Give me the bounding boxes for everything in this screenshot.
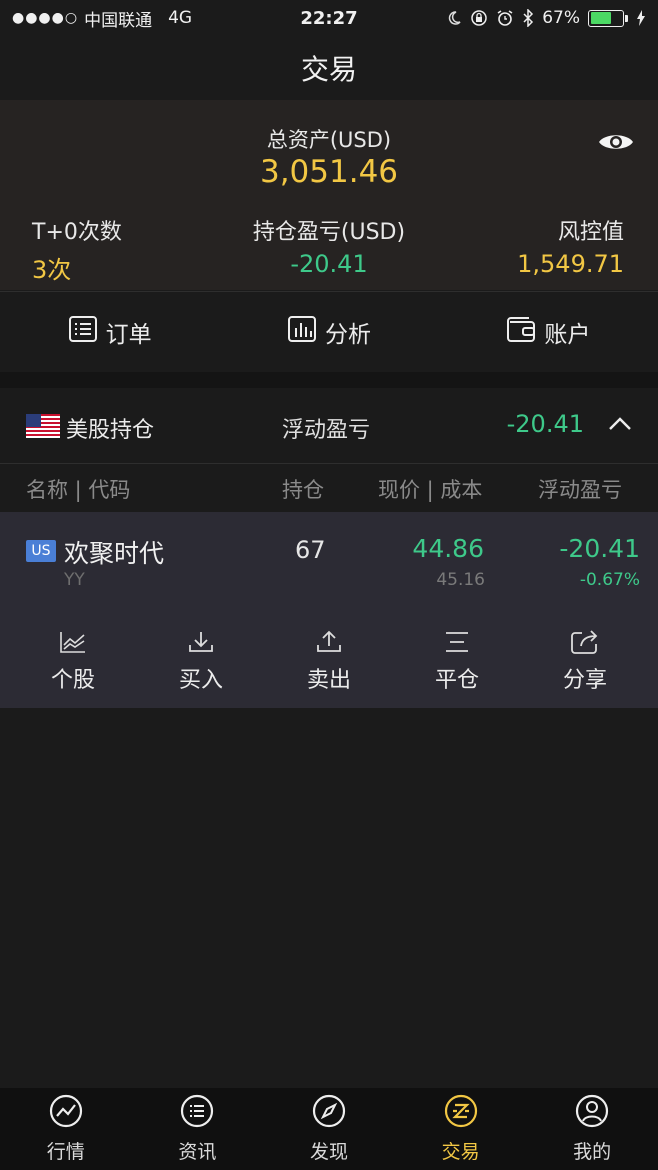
status-bar: ●●●●○ 中国联通 4G 22:27 67%	[0, 0, 658, 36]
tab-trade[interactable]: 交易	[395, 1088, 527, 1170]
floating-pl-value: -20.41	[506, 410, 584, 438]
status-left: ●●●●○ 中国联通 4G	[12, 6, 192, 31]
current-price: 44.86	[412, 534, 484, 563]
carrier-label: 中国联通	[84, 10, 153, 31]
tab-news[interactable]: 资讯	[132, 1088, 264, 1170]
stock-detail-label: 个股	[50, 668, 95, 693]
sell-button[interactable]: 卖出	[269, 626, 389, 694]
signal-strength-icon: ●●●●○	[12, 10, 79, 26]
account-summary: 总资产(USD) 3,051.46 T+0次数 3次 持仓盈亏(USD) -20…	[0, 100, 658, 290]
battery-percent: 67%	[542, 8, 580, 28]
total-assets-label: 总资产(USD)	[266, 128, 392, 152]
tab-discover-label: 发现	[309, 1141, 348, 1163]
total-assets-value: 3,051.46	[259, 154, 399, 190]
close-position-label: 平仓	[434, 668, 479, 693]
tab-market[interactable]: 行情	[0, 1088, 132, 1170]
position-quantity: 67	[295, 536, 326, 564]
market-badge: US	[26, 540, 56, 562]
compass-icon	[312, 1094, 346, 1133]
risk-value-number: 1,549.71	[517, 250, 624, 278]
stock-code: YY	[64, 570, 85, 590]
tab-market-label: 行情	[46, 1141, 85, 1163]
tab-news-label: 资讯	[178, 1141, 217, 1163]
us-flag-icon	[26, 414, 60, 438]
buy-label: 买入	[178, 668, 223, 693]
risk-label: 风控值	[557, 220, 624, 245]
share-icon	[525, 626, 645, 658]
orders-button[interactable]: 订单	[0, 315, 219, 349]
alarm-icon	[496, 9, 514, 27]
risk-value: 风控值 1,549.71	[517, 214, 624, 278]
floating-pl-label: 浮动盈亏	[282, 418, 371, 443]
account-button[interactable]: 账户	[439, 315, 658, 349]
eye-icon[interactable]	[598, 130, 634, 158]
floating-pl-percent: -0.67%	[579, 570, 640, 590]
close-position-button[interactable]: 平仓	[397, 626, 517, 694]
market-icon	[49, 1094, 83, 1133]
cost-price: 45.16	[436, 570, 485, 590]
stock-name: 欢聚时代	[64, 539, 165, 568]
stock-detail-button[interactable]: 个股	[13, 626, 133, 694]
sell-label: 卖出	[306, 668, 351, 693]
tab-profile[interactable]: 我的	[526, 1088, 658, 1170]
page-title: 交易	[300, 53, 357, 86]
floating-pl: -20.41	[559, 534, 640, 563]
network-label: 4G	[168, 8, 193, 28]
share-label: 分享	[562, 668, 607, 693]
status-right: 67%	[446, 8, 646, 28]
nav-bar: 交易	[0, 36, 658, 100]
moon-icon	[446, 10, 462, 26]
bluetooth-icon	[522, 9, 534, 27]
charging-icon	[636, 9, 646, 27]
us-positions-title: 美股持仓	[66, 418, 155, 443]
close-position-icon	[397, 626, 517, 658]
download-icon	[141, 626, 261, 658]
positions-column-header: 名称 | 代码 持仓 现价 | 成本 浮动盈亏	[0, 464, 658, 512]
stock-chart-icon	[13, 626, 133, 658]
tab-profile-label: 我的	[573, 1141, 612, 1163]
col-quantity: 持仓	[282, 478, 324, 502]
us-positions-header[interactable]: 美股持仓 浮动盈亏 -20.41	[0, 390, 658, 462]
rotation-lock-icon	[470, 9, 488, 27]
trade-icon	[444, 1094, 478, 1133]
profile-icon	[575, 1094, 609, 1133]
chevron-up-icon[interactable]	[608, 416, 632, 436]
buy-button[interactable]: 买入	[141, 626, 261, 694]
wallet-icon	[506, 315, 536, 349]
share-button[interactable]: 分享	[525, 626, 645, 694]
account-label: 账户	[544, 322, 591, 348]
section-spacer	[0, 372, 658, 388]
account-actions: 订单 分析 账户	[0, 292, 658, 372]
bar-chart-icon	[287, 315, 317, 349]
battery-icon	[588, 9, 628, 27]
analysis-button[interactable]: 分析	[219, 315, 438, 349]
col-name-code: 名称 | 代码	[26, 478, 131, 502]
news-icon	[180, 1094, 214, 1133]
col-price-cost: 现价 | 成本	[378, 478, 483, 502]
tab-discover[interactable]: 发现	[263, 1088, 395, 1170]
orders-label: 订单	[105, 322, 152, 348]
col-floating-pl: 浮动盈亏	[538, 478, 622, 502]
bottom-tab-bar: 行情 资讯 发现 交易 我的	[0, 1088, 658, 1170]
order-list-icon	[68, 315, 98, 349]
upload-icon	[269, 626, 389, 658]
tab-trade-label: 交易	[441, 1141, 480, 1163]
position-row[interactable]: US 欢聚时代 YY 67 44.86 45.16 -20.41 -0.67% …	[0, 512, 658, 708]
position-actions: 个股 买入 卖出 平仓 分享	[0, 626, 658, 700]
analysis-label: 分析	[324, 322, 371, 348]
